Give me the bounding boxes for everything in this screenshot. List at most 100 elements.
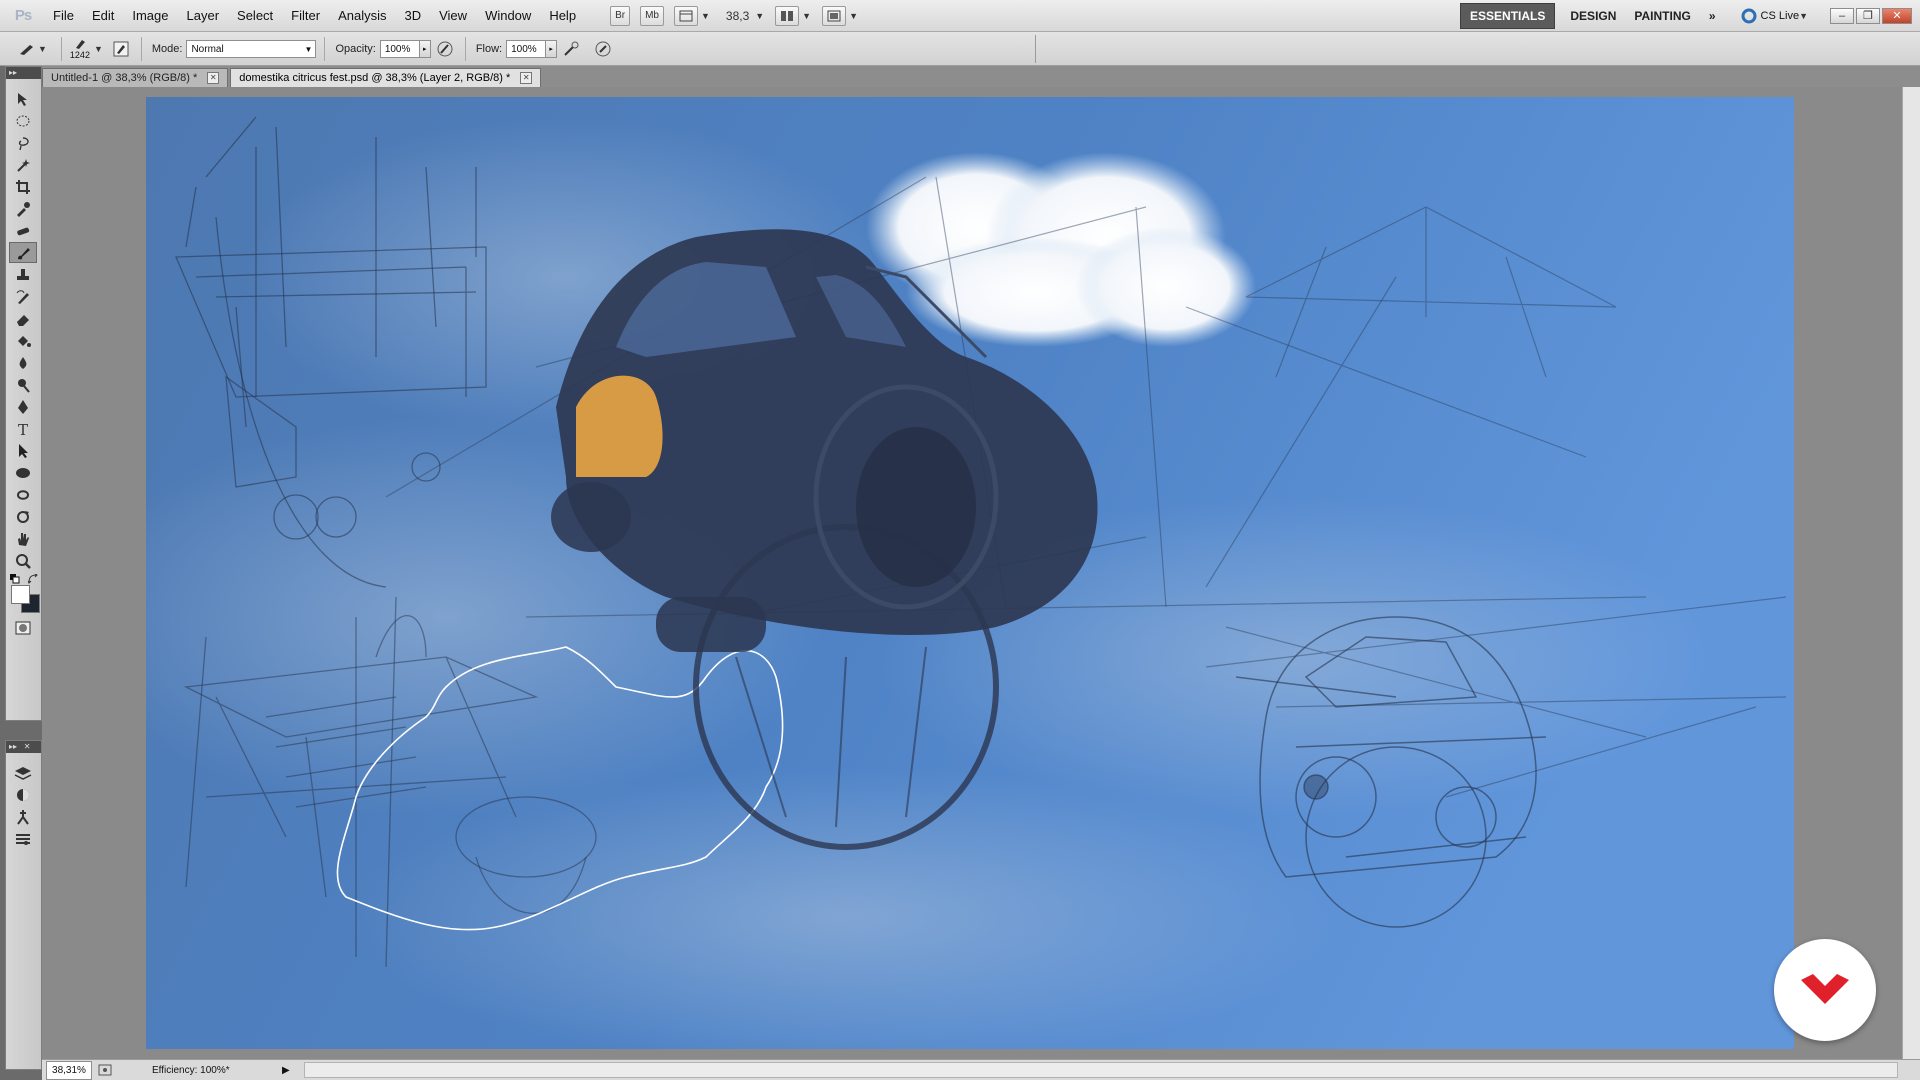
color-swatches[interactable] [6,572,41,616]
quick-selection-tool-icon[interactable] [9,154,37,175]
opacity-label: Opacity: [335,42,376,55]
chevron-down-icon[interactable]: ▼ [1799,11,1808,21]
airbrush-icon[interactable] [561,39,581,59]
foreground-color-swatch[interactable] [11,585,30,604]
flow-slider-toggle[interactable]: ▸ [546,39,558,58]
chevron-down-icon[interactable]: ▼ [38,44,47,54]
brush-presets-panel-icon[interactable] [9,828,37,849]
brush-tip-icon [75,39,85,49]
hand-tool-icon[interactable] [9,528,37,549]
menu-file[interactable]: File [44,0,83,32]
restore-button[interactable]: ❐ [1856,7,1880,24]
zoom-tool-icon[interactable] [9,550,37,571]
pressure-opacity-icon[interactable] [435,39,455,59]
menu-filter[interactable]: Filter [282,0,329,32]
workspace-design[interactable]: DESIGN [1561,4,1625,28]
paint-bucket-tool-icon[interactable] [9,330,37,351]
menu-help[interactable]: Help [540,0,585,32]
brush-size-picker[interactable]: 1242 [70,38,90,60]
separator [1035,34,1037,63]
quick-mask-icon[interactable] [9,617,37,638]
toggle-brush-panel-icon[interactable] [111,39,131,59]
move-tool-icon[interactable] [9,88,37,109]
blur-tool-icon[interactable] [9,352,37,373]
type-tool-icon[interactable]: T [9,418,37,439]
panel-dock-header[interactable]: ▸▸ ✕ [6,741,41,753]
clone-stamp-tool-icon[interactable] [9,264,37,285]
healing-brush-tool-icon[interactable] [9,220,37,241]
path-selection-tool-icon[interactable] [9,440,37,461]
chevron-down-icon[interactable]: ▼ [755,11,764,21]
arrange-icon [781,10,794,21]
pen-tool-icon[interactable] [9,396,37,417]
menu-view[interactable]: View [430,0,476,32]
vertical-scrollbar[interactable] [1902,87,1920,1059]
tab-close-icon[interactable]: ✕ [207,72,220,84]
default-colors-icon[interactable] [10,574,20,584]
mode-value: Normal [191,43,224,55]
domestika-logo-badge [1774,939,1876,1041]
bridge-button[interactable]: Br [610,5,631,26]
view-extras-button[interactable] [673,5,698,26]
mini-bridge-button[interactable]: Mb [640,5,664,26]
dodge-tool-icon[interactable] [9,374,37,395]
tab-domestika-citricus-fest[interactable]: domestika citricus fest.psd @ 38,3% (Lay… [230,68,542,87]
screen-mode-button[interactable] [822,5,847,26]
screen-mode-icon [827,10,841,21]
shape-tool-icon[interactable] [9,462,37,483]
workspace-essentials[interactable]: ESSENTIALS [1460,2,1556,29]
eraser-tool-icon[interactable] [9,308,37,329]
history-brush-tool-icon[interactable] [9,286,37,307]
chevron-down-icon[interactable]: ▼ [94,44,103,54]
zoom-level-field[interactable]: 38,3 [726,9,749,23]
mode-select[interactable]: Normal ▼ [186,39,317,58]
separator [60,36,62,61]
adjustments-panel-icon[interactable] [9,784,37,805]
eyedropper-tool-icon[interactable] [9,198,37,219]
chevron-down-icon[interactable]: ▼ [849,11,858,21]
swap-colors-icon[interactable] [28,574,38,584]
document-canvas[interactable] [146,97,1794,1049]
chevron-down-icon[interactable]: ▼ [802,11,811,21]
layers-panel-icon[interactable] [9,762,37,783]
more-workspaces-icon[interactable]: » [1700,4,1725,28]
cs-live-label[interactable]: CS Live [1761,10,1800,22]
opacity-slider-toggle[interactable]: ▸ [419,39,431,58]
menu-layer[interactable]: Layer [178,0,229,32]
close-button[interactable]: ✕ [1882,7,1912,24]
menu-analysis[interactable]: Analysis [329,0,395,32]
separator [464,36,466,61]
toolbox-collapse-icon[interactable]: ▸▸ [6,67,41,79]
paths-panel-icon[interactable] [9,806,37,827]
document-info-icon[interactable] [98,1064,112,1076]
tab-close-icon[interactable]: ✕ [520,72,533,84]
brush-preset-icon[interactable] [18,39,38,59]
lasso-tool-icon[interactable] [9,132,37,153]
horizontal-scrollbar[interactable] [303,1062,1898,1078]
3d-orbit-tool-icon[interactable] [9,506,37,527]
menu-window[interactable]: Window [476,0,540,32]
menu-3d[interactable]: 3D [395,0,430,32]
minimize-button[interactable]: – [1830,7,1854,24]
opacity-input[interactable]: 100% [379,39,420,58]
crop-tool-icon[interactable] [9,176,37,197]
3d-rotate-tool-icon[interactable] [9,484,37,505]
flow-input[interactable]: 100% [506,39,547,58]
tab-untitled-1[interactable]: Untitled-1 @ 38,3% (RGB/8) * ✕ [42,68,229,87]
marquee-tool-icon[interactable] [9,110,37,131]
menu-image[interactable]: Image [123,0,177,32]
menu-edit[interactable]: Edit [83,0,123,32]
toolbox-panel: ▸▸ T [5,66,42,721]
status-menu-arrow-icon[interactable]: ▶ [282,1065,290,1076]
status-bar: 38,31% Efficiency: 100%* ▶ [42,1059,1920,1080]
efficiency-status: Efficiency: 100%* [152,1064,230,1076]
zoom-percentage-field[interactable]: 38,31% [46,1060,92,1080]
photoshop-logo: Ps [14,7,32,24]
pressure-size-icon[interactable] [593,39,613,59]
brush-tool-icon[interactable] [9,242,37,263]
chevron-down-icon[interactable]: ▼ [701,11,710,21]
flow-label: Flow: [475,42,503,55]
workspace-painting[interactable]: PAINTING [1625,4,1699,28]
menu-select[interactable]: Select [228,0,282,32]
arrange-documents-button[interactable] [775,5,800,26]
